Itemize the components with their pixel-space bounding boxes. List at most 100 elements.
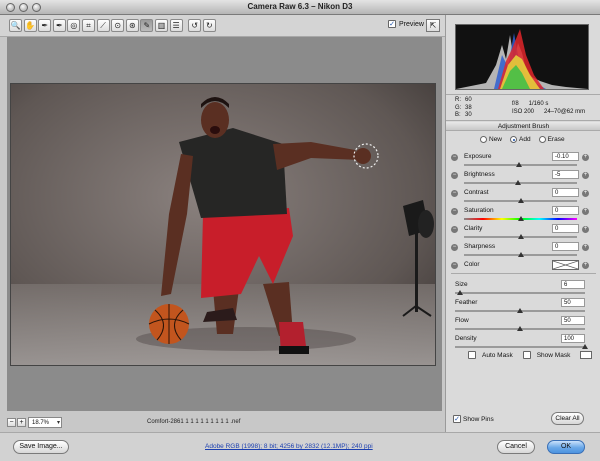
saturation-slider-thumb[interactable] [517, 216, 524, 221]
brightness-slider-thumb[interactable] [515, 180, 522, 185]
zoom-tool[interactable]: 🔍 [9, 19, 22, 32]
straighten-tool[interactable]: ⟋ [96, 19, 110, 32]
sharpness-label: Sharpness [464, 243, 496, 250]
color-control: − Color + [446, 260, 600, 280]
color-plus-button[interactable]: + [582, 262, 589, 269]
brightness-plus-button[interactable]: + [582, 172, 589, 179]
crop-tool[interactable]: ⌗ [82, 19, 95, 32]
r-value: 60 [465, 97, 472, 103]
clarity-slider-thumb[interactable] [517, 234, 524, 239]
fullscreen-button[interactable]: ⇱ [426, 19, 440, 32]
magnifier-icon: 🔍 [10, 20, 21, 30]
auto-mask-checkbox[interactable] [468, 351, 476, 359]
contrast-value[interactable]: 0 [552, 188, 579, 197]
brightness-value[interactable]: -5 [552, 170, 579, 179]
sharpness-minus-button[interactable]: − [451, 244, 458, 251]
brush-size-control: Size 6 [446, 280, 600, 299]
show-mask-checkbox[interactable] [522, 351, 531, 359]
rotate-ccw-tool[interactable]: ↺ [188, 19, 202, 32]
b-value: 30 [465, 112, 472, 118]
adjustment-brush-tool[interactable]: ✎ [140, 19, 154, 32]
fullscreen-icon: ⇱ [429, 21, 437, 30]
sharpness-plus-button[interactable]: + [582, 244, 589, 251]
brush-flow-value[interactable]: 50 [561, 316, 585, 325]
preferences-tool[interactable]: ☰ [169, 19, 183, 32]
zoom-out-button[interactable]: − [7, 418, 16, 427]
brush-feather-label: Feather [455, 299, 478, 306]
clarity-value[interactable]: 0 [552, 224, 579, 233]
mode-erase[interactable]: Erase [538, 136, 565, 143]
exposure-slider-thumb[interactable] [516, 162, 523, 167]
ok-button[interactable]: OK [547, 440, 585, 454]
clarity-plus-button[interactable]: + [582, 226, 589, 233]
radio-button[interactable] [538, 136, 546, 143]
sharpness-value[interactable]: 0 [552, 242, 579, 251]
graduated-filter-tool[interactable]: ▥ [155, 19, 168, 32]
radio-button[interactable] [480, 136, 487, 143]
level-icon: ⟋ [100, 20, 106, 30]
aperture: f/8 [512, 101, 519, 107]
brush-density-slider[interactable] [455, 346, 585, 348]
saturation-value[interactable]: 0 [552, 206, 579, 215]
eye-icon: ⊛ [128, 20, 136, 30]
mode-new[interactable]: New [480, 136, 502, 143]
preview-checkbox[interactable]: ✓ [388, 20, 396, 28]
exposure-plus-button[interactable]: + [582, 154, 589, 161]
preview-toggle[interactable]: ✓ Preview [388, 20, 424, 28]
contrast-slider-thumb[interactable] [517, 198, 524, 203]
mask-options: Auto Mask Show Mask [468, 351, 593, 359]
mask-color-swatch[interactable] [580, 351, 593, 359]
image-canvas[interactable] [7, 37, 442, 411]
brush-feather-slider-thumb[interactable] [517, 308, 523, 313]
zoom-level-select[interactable]: 18.7% ▾ [28, 417, 62, 428]
white-balance-tool[interactable]: ✒ [38, 19, 52, 32]
saturation-minus-button[interactable]: − [451, 208, 458, 215]
zoom-in-button[interactable]: + [17, 418, 26, 427]
sharpness-slider-thumb[interactable] [517, 252, 524, 257]
eyedropper-icon: ✒ [41, 20, 49, 30]
brush-size-slider-thumb[interactable] [457, 290, 464, 295]
brush-feather-value[interactable]: 50 [561, 298, 585, 307]
g-value: 38 [465, 104, 472, 111]
color-minus-button[interactable]: − [451, 262, 458, 269]
brush-size-slider[interactable] [455, 292, 585, 294]
mode-add[interactable]: Add [510, 136, 531, 143]
bottom-bar: Save Image... Adobe RGB (1998); 8 bit; 4… [0, 432, 600, 461]
info-readout: R: 60 G: 38 B: 30 f/8 1/160 s ISO 200 24–70@6… [446, 94, 600, 121]
color-sampler-tool[interactable]: ✒ [52, 19, 66, 32]
cancel-button[interactable]: Cancel [497, 440, 535, 454]
gradient-icon: ▥ [157, 20, 166, 30]
saturation-plus-button[interactable]: + [582, 208, 589, 215]
brush-density-value[interactable]: 100 [561, 334, 585, 343]
brush-size-value[interactable]: 6 [561, 280, 585, 289]
right-panel: R: 60 G: 38 B: 30 f/8 1/160 s ISO 200 24–70@6… [445, 15, 600, 432]
r-label: R: [455, 97, 461, 103]
color-label: Color [464, 261, 480, 268]
spot-removal-tool[interactable]: ⊙ [111, 19, 125, 32]
save-image-button[interactable]: Save Image... [13, 440, 69, 454]
show-pins-label: Show Pins [463, 415, 494, 423]
color-swatch[interactable] [552, 260, 579, 270]
iso: ISO 200 [512, 109, 535, 115]
radio-button[interactable] [510, 136, 518, 143]
mode-label: Erase [547, 136, 565, 143]
hand-icon: ✋ [25, 20, 36, 30]
hand-tool[interactable]: ✋ [23, 19, 37, 32]
contrast-plus-button[interactable]: + [582, 190, 589, 197]
rotate-cw-tool[interactable]: ↻ [202, 19, 216, 32]
show-pins-toggle[interactable]: ✓ Show Pins [453, 415, 494, 423]
clear-all-button[interactable]: Clear All [551, 412, 584, 425]
shutter-speed: 1/160 s [528, 101, 549, 107]
show-pins-checkbox[interactable]: ✓ [453, 415, 461, 423]
exposure-value[interactable]: -0.10 [552, 152, 579, 161]
exposure-minus-button[interactable]: − [451, 154, 458, 161]
photo-preview[interactable] [10, 83, 436, 366]
brightness-minus-button[interactable]: − [451, 172, 458, 179]
workflow-options-link[interactable]: Adobe RGB (1998); 8 bit; 4256 by 2832 (1… [205, 443, 373, 450]
red-eye-tool[interactable]: ⊛ [125, 19, 139, 32]
brush-density-slider-thumb[interactable] [582, 344, 588, 349]
clarity-minus-button[interactable]: − [451, 226, 458, 233]
targeted-adjustment-tool[interactable]: ◎ [67, 19, 81, 32]
contrast-minus-button[interactable]: − [451, 190, 458, 197]
brush-flow-slider-thumb[interactable] [517, 326, 523, 331]
